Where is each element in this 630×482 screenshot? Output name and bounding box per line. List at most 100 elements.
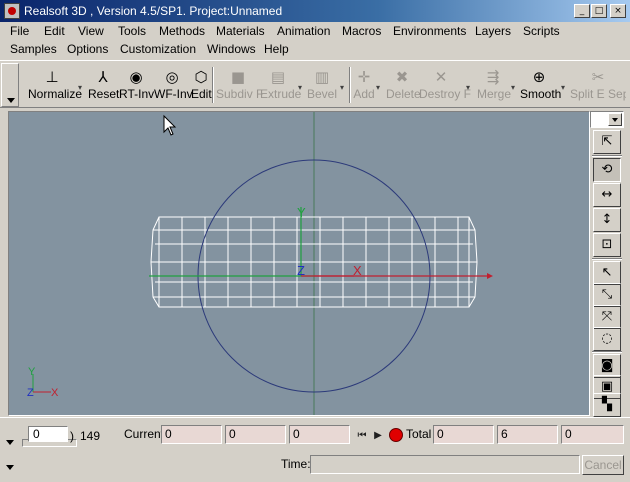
pointer-icon: ↖ [601,265,613,280]
smooth-dropdown[interactable]: ▾ [561,83,569,92]
rotate-camera-button[interactable]: ⟲ [593,158,621,182]
time-field[interactable] [310,455,580,474]
window-title: Realsoft 3D , Version 4.5/SP1. Project:U… [24,4,283,18]
view-mode-select[interactable] [590,111,624,128]
menu-layers[interactable]: Layers [475,24,511,38]
toolbar-separator [349,67,351,103]
add-pointer-button[interactable]: ⤡ [593,283,621,307]
select-arrow-button[interactable]: ⇱ [593,130,621,154]
normalize-dropdown[interactable]: ▾ [78,83,86,92]
menu-windows[interactable]: Windows [207,42,256,56]
menu-help[interactable]: Help [264,42,289,56]
merge-button[interactable]: ⇶ Merge [477,67,511,105]
subdiv-f-button[interactable]: ■ Subdiv F [216,67,263,105]
toolbar-grip[interactable] [1,63,19,107]
timeline-slider-value[interactable]: 0 [28,426,68,442]
extrude-button[interactable]: ▤ Extrude [260,67,301,105]
app-icon[interactable] [4,3,20,19]
cube-edit-icon: ⬡ [194,68,208,86]
total-end-field[interactable]: 0 [561,425,624,444]
reset-axes-icon: ⅄ [98,68,108,86]
left-gutter [0,111,8,416]
current-end-field[interactable]: 0 [289,425,350,444]
paint-roller-button[interactable]: ▚ [593,393,621,417]
extrude-icon: ▤ [270,68,286,86]
3d-viewport[interactable]: Y Z X Y Z X [9,112,589,415]
extrude-dropdown[interactable]: ▾ [298,83,306,92]
timeline-grip-arrow[interactable] [6,440,14,445]
cancel-button[interactable]: Cancel [582,455,624,475]
wf-inv-button[interactable]: ◎ WF-Inv [154,67,193,105]
corner-x-label: X [51,387,59,399]
viewport-canvas[interactable]: Y Z X Y Z X [9,112,589,415]
view-tool-panel: ⇱ ⟲ ↔ ↕ ⊡ ↖ ⤡ ⤧ ◌ ◙ ▣ ▚ [590,111,630,417]
bevel-dropdown[interactable]: ▾ [340,83,348,92]
menu-animation[interactable]: Animation [277,24,330,38]
menu-edit[interactable]: Edit [44,24,65,38]
menu-view[interactable]: View [78,24,104,38]
menu-environments[interactable]: Environments [393,24,466,38]
delete-icon: ✖ [395,68,409,86]
menu-options[interactable]: Options [67,42,108,56]
axes-icon: ⊥ [45,68,59,86]
menu-file[interactable]: File [10,24,29,38]
current-frame-field[interactable]: 0 [161,425,222,444]
current-start-field[interactable]: 0 [225,425,286,444]
viewport-frame: Y Z X Y Z X [8,111,590,416]
camera-icon: ◙ [600,358,614,373]
corner-z-label: Z [27,387,34,399]
total-start-field[interactable]: 0 [433,425,494,444]
sphere-icon: ⊕ [532,68,546,86]
smooth-button[interactable]: ⊕ Smooth [520,67,561,105]
destroy-f-button[interactable]: ✕ Destroy F [419,67,471,105]
menu-tools[interactable]: Tools [118,24,146,38]
delete-button[interactable]: ✖ Delete [386,67,421,105]
chevron-down-icon[interactable] [608,113,622,126]
eye-icon: ◉ [129,68,143,86]
minimize-button[interactable]: _ [574,4,590,18]
edit-button[interactable]: ⬡ Edit [191,67,212,105]
menu-scripts[interactable]: Scripts [523,24,560,38]
add-button[interactable]: ✛ Add [353,67,375,105]
dolly-camera-button[interactable]: ↕ [593,208,621,232]
add-dropdown[interactable]: ▾ [376,83,384,92]
status-bar: Time: Cancel [0,453,630,482]
corner-axis-indicator: Y Z X [27,366,59,399]
play-icon[interactable]: ▶ [371,429,385,443]
zoom-camera-icon: ⊡ [601,237,613,252]
maximize-button[interactable]: □ [591,4,607,18]
menu-samples[interactable]: Samples [10,42,57,56]
pan-camera-button[interactable]: ↔ [593,183,621,207]
lasso-button[interactable]: ◌ [593,327,621,351]
statusbar-grip-arrow[interactable] [6,465,14,470]
select-arrow-icon: ⇱ [601,134,613,149]
add-icon: ✛ [357,68,371,86]
gizmo-y-label: Y [297,205,306,220]
lasso-icon: ◌ [601,331,613,346]
timeline-bar: 0 ) 149 Current 0 0 0 ⏮ ▶ Total 0 6 0 [0,417,630,453]
panel-separator [592,155,622,157]
close-button[interactable]: × [610,4,626,18]
record-icon[interactable] [389,428,403,442]
eye-wire-icon: ◎ [165,68,179,86]
merge-dropdown[interactable]: ▾ [511,83,519,92]
multi-pointer-button[interactable]: ⤧ [593,305,621,329]
zoom-camera-button[interactable]: ⊡ [593,233,621,257]
menu-customization[interactable]: Customization [120,42,196,56]
split-e-sep-button[interactable]: ✂ Split E Sep [570,67,626,105]
modeling-toolbar: ⊥ Normalize ▾ ⅄ Reset ◉ RT-Inv ◎ WF-Inv … [0,60,630,108]
mouse-cursor-icon [163,114,177,136]
menu-materials[interactable]: Materials [216,24,265,38]
reset-button[interactable]: ⅄ Reset [88,67,119,105]
menu-methods[interactable]: Methods [159,24,205,38]
bevel-icon: ▥ [314,68,330,86]
bevel-button[interactable]: ▥ Bevel [307,67,337,105]
pointer-button[interactable]: ↖ [593,261,621,285]
menu-macros[interactable]: Macros [342,24,381,38]
rewind-icon[interactable]: ⏮ [355,429,369,443]
pan-camera-icon: ↔ [601,187,613,202]
total-fps-field[interactable]: 6 [497,425,558,444]
normalize-button[interactable]: ⊥ Normalize [28,67,82,105]
destroy-dropdown[interactable]: ▾ [466,83,474,92]
rt-inv-button[interactable]: ◉ RT-Inv [119,67,154,105]
